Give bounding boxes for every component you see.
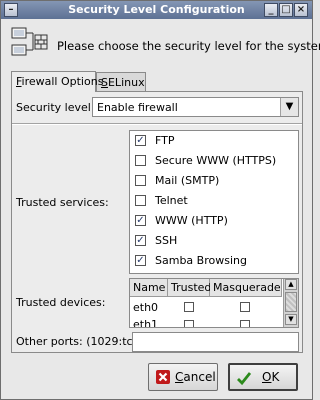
checkbox[interactable] [135, 175, 146, 186]
title-bar[interactable]: – Security Level Configuration _ □ × [1, 1, 312, 19]
scroll-thumb[interactable] [285, 292, 297, 312]
firewall-options-panel: Security level: Enable firewall ▼ Truste… [11, 91, 303, 353]
trusted-checkbox[interactable] [184, 320, 194, 327]
security-config-window: – Security Level Configuration _ □ × Ple… [0, 0, 320, 400]
service-item-samba[interactable]: ✓ Samba Browsing [130, 251, 298, 271]
cancel-button[interactable]: Cancel [148, 363, 218, 391]
service-label: Secure WWW (HTTPS) [155, 154, 277, 167]
checkbox[interactable]: ✓ [135, 255, 146, 266]
trusted-devices-label: Trusted devices: [16, 296, 106, 309]
header-text: Please choose the security level for the… [57, 39, 320, 53]
masquerade-checkbox[interactable] [240, 320, 250, 327]
close-button[interactable]: × [294, 3, 308, 17]
device-name: eth1 [133, 318, 159, 328]
chevron-down-icon[interactable]: ▼ [280, 98, 298, 116]
trusted-devices-table[interactable]: Name Trusted Masquerade eth0 eth1 ▲ ▼ [129, 278, 299, 328]
maximize-button[interactable]: □ [279, 3, 293, 17]
service-item-https[interactable]: Secure WWW (HTTPS) [130, 151, 298, 171]
checkbox[interactable] [135, 155, 146, 166]
security-level-label: Security level: [16, 101, 95, 114]
cancel-label-rest: ancel [183, 370, 216, 384]
trusted-services-label: Trusted services: [16, 196, 109, 209]
network-firewall-icon [11, 27, 48, 56]
checkbox[interactable]: ✓ [135, 135, 146, 146]
column-header-name[interactable]: Name [130, 279, 168, 297]
service-item-smtp[interactable]: Mail (SMTP) [130, 171, 298, 191]
service-item-ssh[interactable]: ✓ SSH [130, 231, 298, 251]
service-label: WWW (HTTP) [155, 214, 228, 227]
tab-firewall-options[interactable]: Firewall Options [11, 71, 103, 92]
service-label: FTP [155, 134, 175, 147]
service-label: Samba Browsing [155, 254, 247, 267]
devices-scrollbar[interactable]: ▲ ▼ [283, 279, 298, 327]
ok-button[interactable]: OK [228, 363, 298, 391]
tab-firewall-label: irewall Options [21, 75, 104, 88]
cancel-label: Cancel [175, 370, 216, 384]
service-label: SSH [155, 234, 178, 247]
minimize-button[interactable]: _ [264, 3, 278, 17]
tab-selinux-label: ELinux [107, 76, 145, 89]
service-label: Mail (SMTP) [155, 174, 220, 187]
security-level-select[interactable]: Enable firewall ▼ [92, 97, 299, 117]
checkbox[interactable] [135, 195, 146, 206]
checkbox[interactable]: ✓ [135, 235, 146, 246]
masquerade-checkbox[interactable] [240, 302, 250, 312]
checkmark-icon [237, 372, 252, 386]
trusted-checkbox[interactable] [184, 302, 194, 312]
header: Please choose the security level for the… [9, 27, 320, 63]
separator [12, 123, 302, 125]
other-ports-input[interactable] [132, 332, 299, 352]
tab-selinux[interactable]: SELinux [96, 72, 146, 91]
ok-label: OK [262, 370, 279, 384]
service-item-telnet[interactable]: Telnet [130, 191, 298, 211]
cancel-icon [156, 370, 170, 384]
security-level-value: Enable firewall [97, 101, 178, 114]
service-label: Telnet [155, 194, 188, 207]
trusted-services-list[interactable]: ✓ FTP Secure WWW (HTTPS) Mail (SMTP) Tel… [129, 130, 299, 274]
ok-label-rest: K [271, 370, 280, 384]
scroll-down-icon[interactable]: ▼ [285, 314, 297, 325]
other-ports-label: Other ports: (1029:tcp) [16, 335, 144, 348]
column-header-masquerade[interactable]: Masquerade [210, 279, 282, 297]
service-item-http[interactable]: ✓ WWW (HTTP) [130, 211, 298, 231]
scroll-up-icon[interactable]: ▲ [285, 279, 297, 290]
column-header-trusted[interactable]: Trusted [168, 279, 211, 297]
device-name: eth0 [133, 301, 159, 314]
service-item-ftp[interactable]: ✓ FTP [130, 131, 298, 151]
checkbox[interactable]: ✓ [135, 215, 146, 226]
